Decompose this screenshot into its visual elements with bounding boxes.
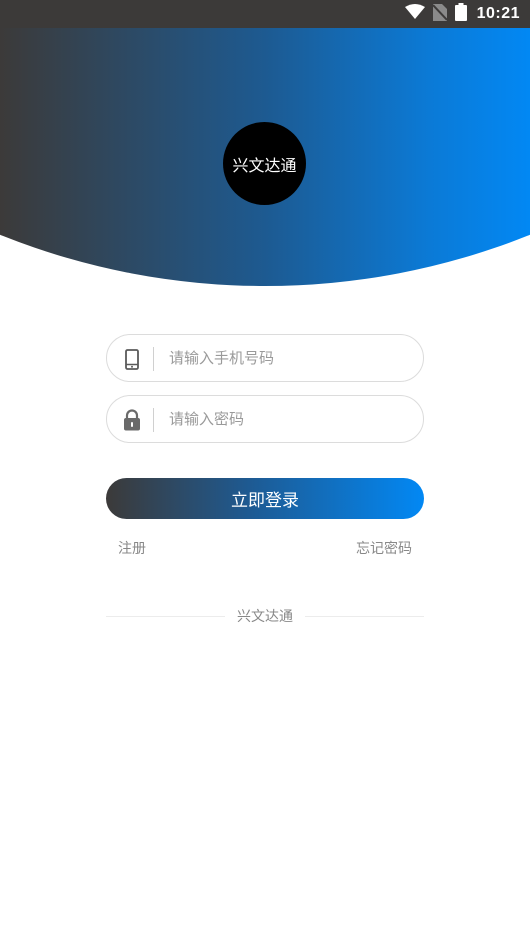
phone-field[interactable] [106, 334, 424, 382]
phone-icon [122, 347, 142, 371]
wifi-icon [404, 4, 425, 24]
field-divider [153, 408, 154, 432]
battery-icon [454, 3, 467, 25]
footer-divider-left [106, 615, 225, 617]
footer-brand-text: 兴文达通 [237, 609, 293, 625]
logo-text: 兴文达通 [232, 155, 297, 175]
password-input[interactable] [169, 396, 409, 442]
status-icons: 10:21 [404, 0, 520, 28]
register-link[interactable]: 注册 [118, 538, 146, 558]
forgot-password-link[interactable]: 忘记密码 [356, 538, 412, 558]
login-button[interactable]: 立即登录 [106, 478, 424, 519]
footer-divider-right [305, 615, 424, 617]
lock-icon [122, 408, 142, 432]
no-sim-icon [431, 3, 448, 25]
app-logo: 兴文达通 [223, 122, 306, 205]
field-divider [153, 347, 154, 371]
status-bar: 10:21 [0, 0, 530, 28]
login-screen: 10:21 兴文达通 立即登录 注 [0, 0, 530, 942]
footer-brand: 兴文达通 [106, 605, 424, 627]
phone-input[interactable] [169, 335, 409, 381]
password-field[interactable] [106, 395, 424, 443]
status-time: 10:21 [476, 5, 520, 22]
